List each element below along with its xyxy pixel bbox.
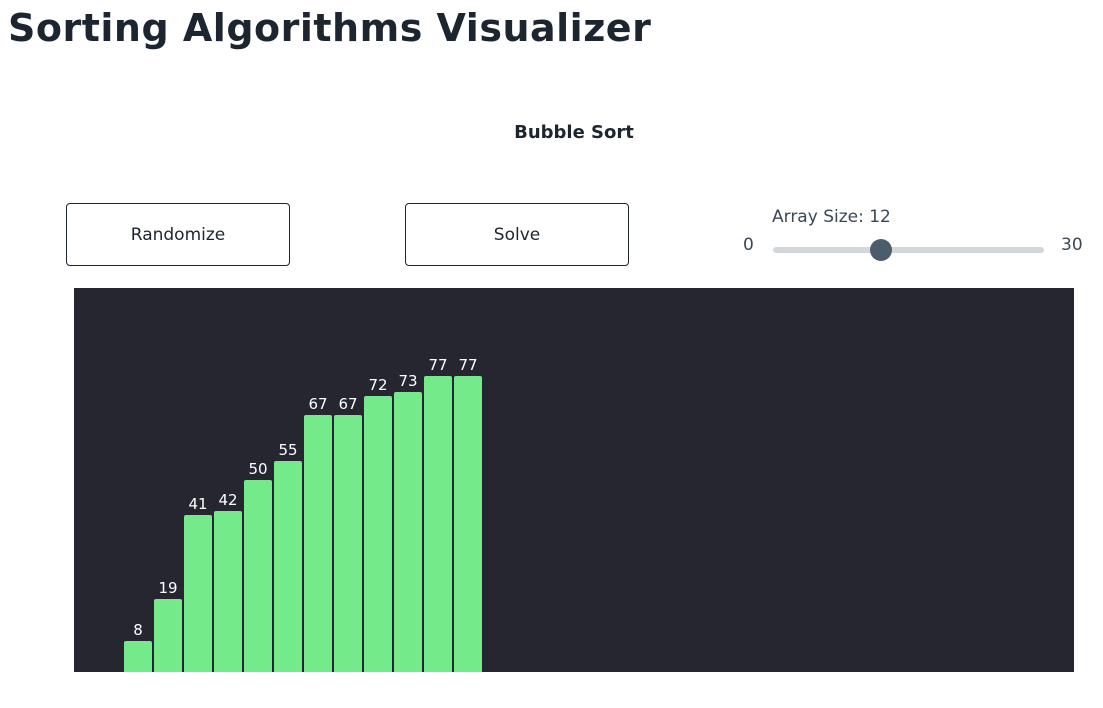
array-bar bbox=[364, 395, 392, 672]
bar-value-label: 8 bbox=[133, 621, 143, 640]
bar-value-label: 72 bbox=[368, 375, 388, 394]
array-size-slider-thumb[interactable] bbox=[870, 239, 893, 261]
bar-value-label: 73 bbox=[398, 371, 418, 390]
slider-max-label: 30 bbox=[1061, 235, 1083, 255]
bar-value-label: 67 bbox=[338, 394, 358, 413]
array-bar bbox=[124, 641, 152, 672]
randomize-button[interactable]: Randomize bbox=[66, 203, 290, 266]
array-size-label: Array Size: 12 bbox=[772, 207, 891, 227]
page-title: Sorting Algorithms Visualizer bbox=[8, 6, 652, 50]
bars-canvas: 8 19 41 42 50 55 67 67 72 73 77 77 bbox=[74, 288, 1074, 672]
bar-value-label: 77 bbox=[458, 356, 478, 375]
bar-value-label: 42 bbox=[218, 490, 238, 509]
bar-value-label: 41 bbox=[188, 494, 208, 513]
array-bar bbox=[244, 480, 272, 672]
bar-value-label: 67 bbox=[308, 394, 328, 413]
array-bar bbox=[274, 460, 302, 672]
sorting-visualizer-page: Sorting Algorithms Visualizer Bubble Sor… bbox=[0, 0, 1103, 708]
bar-value-label: 50 bbox=[248, 460, 268, 478]
bar-value-label: 55 bbox=[278, 440, 298, 459]
array-bar bbox=[154, 599, 182, 672]
array-bar bbox=[424, 376, 452, 672]
array-bar bbox=[184, 514, 212, 672]
array-bar bbox=[304, 414, 332, 672]
array-size-slider-track[interactable] bbox=[773, 247, 1044, 253]
array-bar bbox=[334, 414, 362, 672]
bar-value-label: 77 bbox=[428, 356, 448, 375]
array-bar bbox=[394, 391, 422, 672]
array-bar bbox=[214, 510, 242, 672]
solve-button[interactable]: Solve bbox=[405, 203, 629, 266]
array-bar bbox=[454, 376, 482, 672]
algorithm-name: Bubble Sort bbox=[514, 122, 634, 143]
slider-min-label: 0 bbox=[743, 235, 754, 255]
bar-value-label: 19 bbox=[158, 579, 178, 598]
